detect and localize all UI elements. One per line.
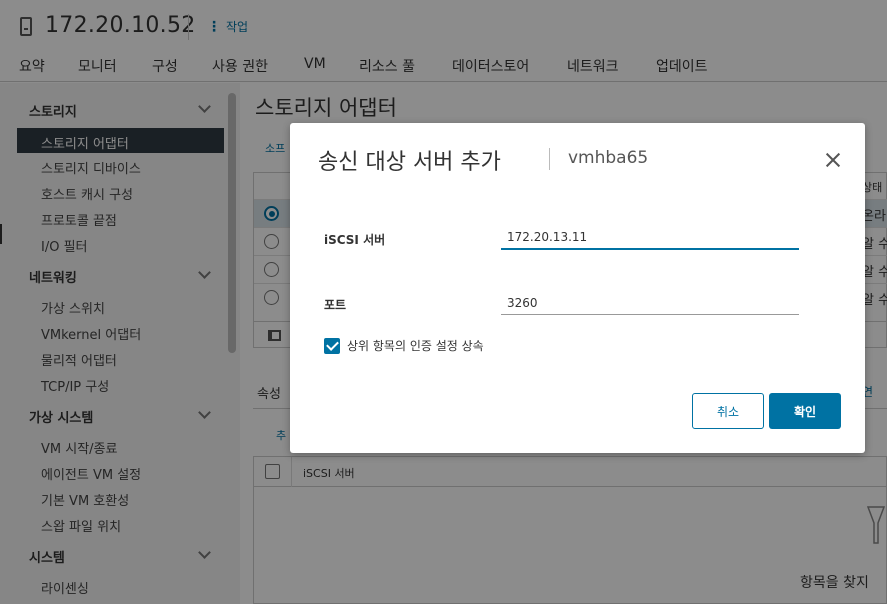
inherit-auth-label[interactable]: 상위 항목의 인증 설정 상속 — [347, 337, 484, 354]
title-divider — [549, 148, 550, 170]
port-label: 포트 — [324, 298, 347, 312]
add-send-target-dialog: 송신 대상 서버 추가 vmhba65 iSCSI 서버 포트 상위 항목의 인… — [290, 123, 865, 453]
inherit-auth-checkbox[interactable] — [324, 338, 340, 354]
port-input[interactable] — [501, 291, 799, 315]
cancel-button[interactable]: 취소 — [692, 393, 764, 429]
ok-button[interactable]: 확인 — [769, 393, 841, 429]
iscsi-server-label: iSCSI 서버 — [324, 233, 386, 247]
dialog-title: 송신 대상 서버 추가 — [318, 150, 501, 175]
close-icon[interactable] — [823, 150, 843, 170]
dialog-subtitle: vmhba65 — [568, 148, 649, 168]
iscsi-server-input[interactable] — [501, 226, 799, 250]
